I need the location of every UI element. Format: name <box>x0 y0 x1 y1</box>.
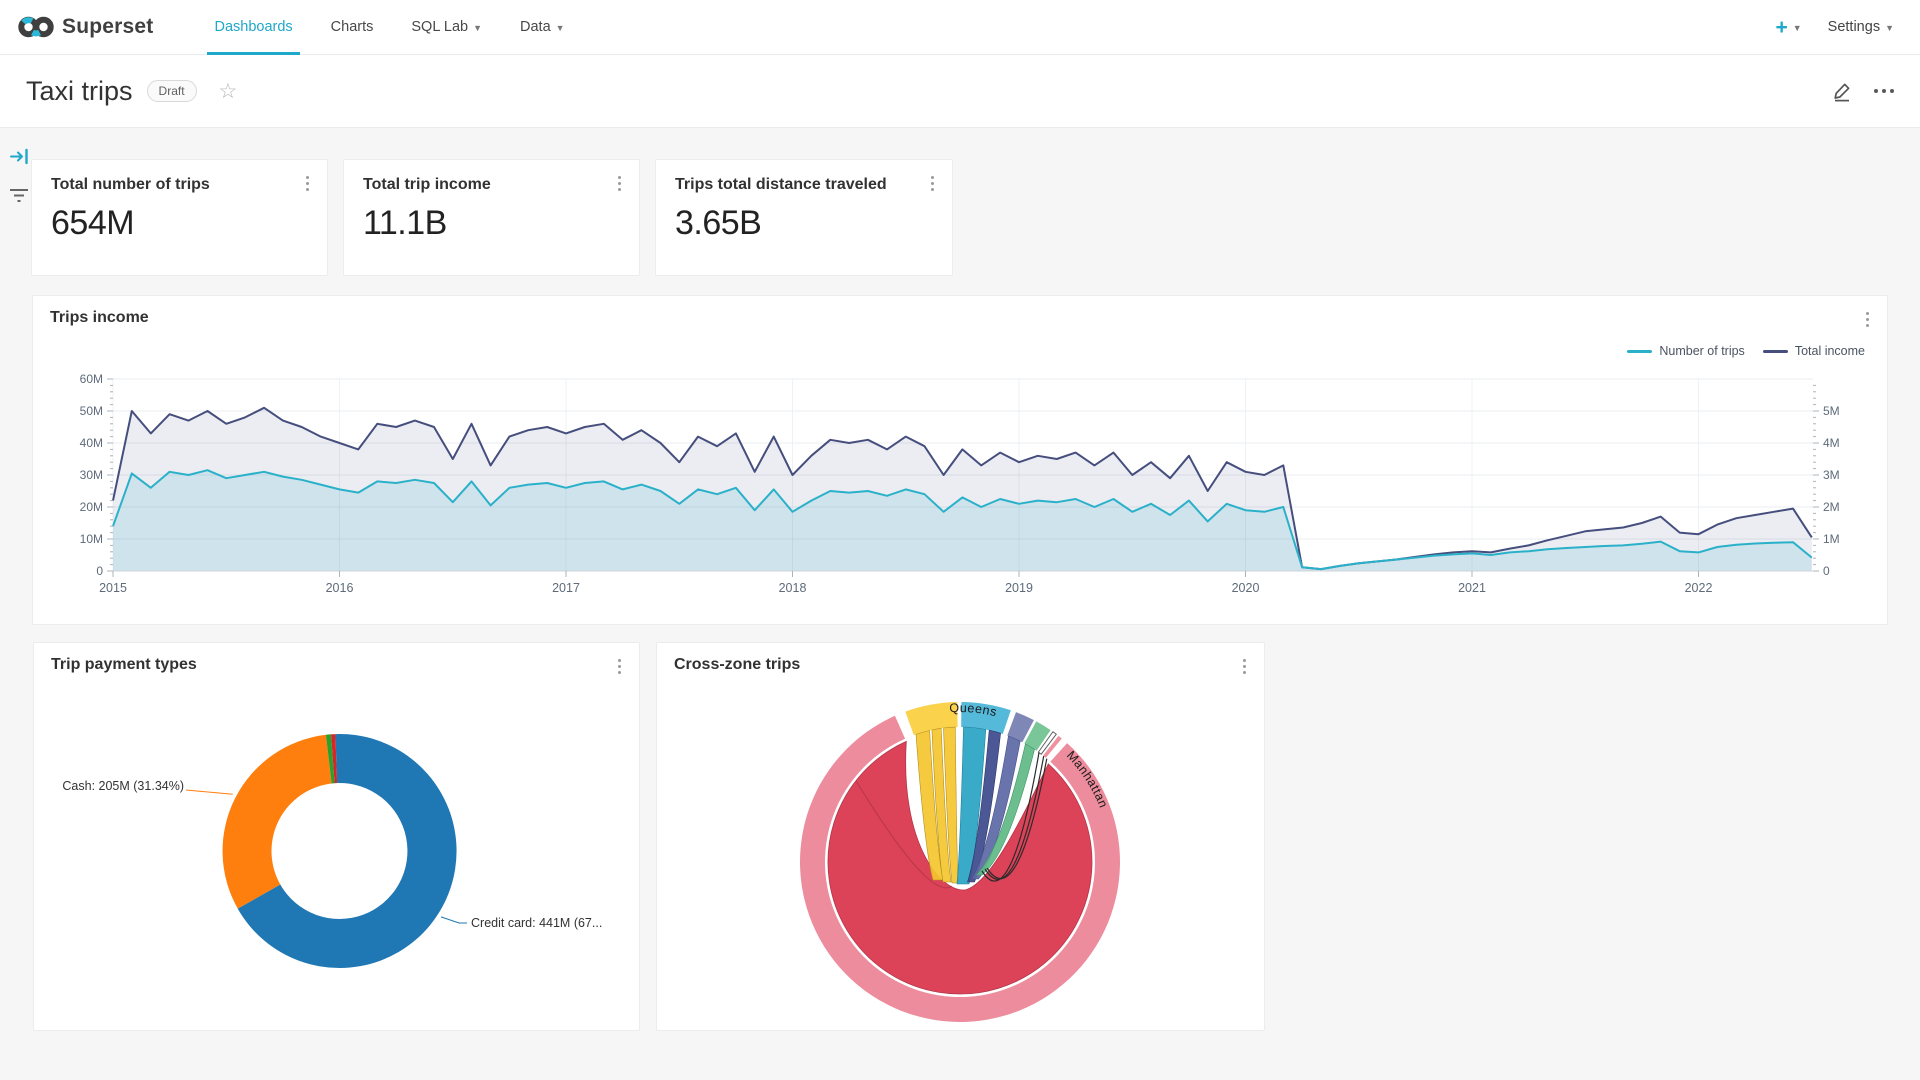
trips-income-card: Trips income Number of trips Total incom… <box>32 295 1888 625</box>
payment-types-donut-chart: Cash: 205M (31.34%) Credit card: 441M (67… <box>34 643 641 1032</box>
svg-text:5M: 5M <box>1823 404 1840 418</box>
nav-item-charts[interactable]: Charts <box>312 0 393 55</box>
svg-text:2M: 2M <box>1823 500 1840 514</box>
chevron-down-icon: ▼ <box>473 23 482 33</box>
new-item-button[interactable]: + ▼ <box>1775 17 1801 38</box>
trips-income-area-chart: 0 10M 20M 30M 40M 50M 60M 0 1M 2M 3M 4M 5M 2015 2016 20… <box>33 296 1889 626</box>
kebab-menu-icon[interactable] <box>1239 655 1250 678</box>
nav-item-dashboards[interactable]: Dashboards <box>195 0 311 55</box>
svg-text:2022: 2022 <box>1685 581 1713 595</box>
legend-swatch <box>1763 350 1788 353</box>
status-badge: Draft <box>147 80 197 102</box>
svg-text:0: 0 <box>96 564 103 578</box>
nav-right: + ▼ Settings ▼ <box>1775 17 1894 38</box>
svg-text:1M: 1M <box>1823 532 1840 546</box>
svg-text:30M: 30M <box>80 468 103 482</box>
chevron-down-icon: ▼ <box>1885 23 1894 33</box>
svg-text:2015: 2015 <box>99 581 127 595</box>
top-navbar: Superset Dashboards Charts SQL Lab ▼ Dat… <box>0 0 1920 55</box>
cross-zone-card: Cross-zone trips QueensManhattan <box>656 642 1265 1031</box>
kebab-menu-icon[interactable] <box>614 655 625 678</box>
chart-legend: Number of trips Total income <box>1627 344 1865 358</box>
legend-item-total-income[interactable]: Total income <box>1763 344 1865 358</box>
kebab-menu-icon[interactable] <box>1862 308 1873 331</box>
kebab-menu-icon[interactable] <box>302 172 313 195</box>
chevron-down-icon: ▼ <box>556 23 565 33</box>
superset-logo[interactable]: Superset <box>18 12 153 42</box>
kpi-value: 3.65B <box>675 204 761 243</box>
superset-app: Superset Dashboards Charts SQL Lab ▼ Dat… <box>0 0 1920 1080</box>
dashboard-header: Taxi trips Draft ☆ <box>0 55 1920 128</box>
svg-text:10M: 10M <box>80 532 103 546</box>
dashboard-body: Total number of trips 654M Total trip in… <box>0 128 1920 1080</box>
svg-text:0: 0 <box>1823 564 1830 578</box>
kpi-value: 654M <box>51 204 134 243</box>
nav-menu: Dashboards Charts SQL Lab ▼ Data ▼ <box>195 0 583 55</box>
chevron-down-icon: ▼ <box>1793 23 1802 33</box>
kpi-card-trip-income: Total trip income 11.1B <box>343 159 640 276</box>
svg-text:2017: 2017 <box>552 581 580 595</box>
svg-text:60M: 60M <box>80 372 103 386</box>
legend-item-number-of-trips[interactable]: Number of trips <box>1627 344 1744 358</box>
svg-text:Cash: 205M (31.34%): Cash: 205M (31.34%) <box>62 779 184 793</box>
svg-text:4M: 4M <box>1823 436 1840 450</box>
kpi-title: Total trip income <box>363 176 491 194</box>
kpi-card-total-trips: Total number of trips 654M <box>31 159 328 276</box>
chart-title: Trip payment types <box>51 656 197 674</box>
kpi-title: Total number of trips <box>51 176 210 194</box>
nav-item-sql-lab[interactable]: SQL Lab ▼ <box>392 0 501 55</box>
plus-icon: + <box>1775 17 1787 38</box>
chart-title: Cross-zone trips <box>674 656 800 674</box>
filter-icon[interactable] <box>8 187 30 204</box>
chart-title: Trips income <box>50 309 149 327</box>
svg-text:3M: 3M <box>1823 468 1840 482</box>
svg-text:2021: 2021 <box>1458 581 1486 595</box>
svg-text:50M: 50M <box>80 404 103 418</box>
kpi-card-distance: Trips total distance traveled 3.65B <box>655 159 953 276</box>
more-options-icon[interactable] <box>1874 89 1894 93</box>
kpi-value: 11.1B <box>363 204 447 243</box>
cross-zone-chord-chart: QueensManhattan <box>657 643 1266 1032</box>
svg-text:2020: 2020 <box>1232 581 1260 595</box>
settings-menu[interactable]: Settings ▼ <box>1828 19 1894 35</box>
kebab-menu-icon[interactable] <box>614 172 625 195</box>
kebab-menu-icon[interactable] <box>927 172 938 195</box>
page-title: Taxi trips <box>26 76 133 107</box>
expand-filter-bar-icon[interactable] <box>10 148 29 165</box>
legend-swatch <box>1627 350 1652 353</box>
svg-text:20M: 20M <box>80 500 103 514</box>
favorite-star-icon[interactable]: ☆ <box>219 81 238 102</box>
header-actions <box>1832 81 1894 102</box>
superset-infinity-icon <box>18 12 54 42</box>
svg-text:2018: 2018 <box>779 581 807 595</box>
svg-text:40M: 40M <box>80 436 103 450</box>
payment-types-card: Trip payment types Cash: 205M (31.34%) Cr… <box>33 642 640 1031</box>
svg-text:Credit card: 441M (67...: Credit card: 441M (67... <box>471 916 602 930</box>
edit-pencil-icon[interactable] <box>1832 81 1852 102</box>
filter-rail <box>6 148 32 204</box>
nav-item-data[interactable]: Data ▼ <box>501 0 584 55</box>
kpi-title: Trips total distance traveled <box>675 176 887 194</box>
svg-text:2016: 2016 <box>326 581 354 595</box>
brand-name: Superset <box>62 15 153 39</box>
svg-text:2019: 2019 <box>1005 581 1033 595</box>
